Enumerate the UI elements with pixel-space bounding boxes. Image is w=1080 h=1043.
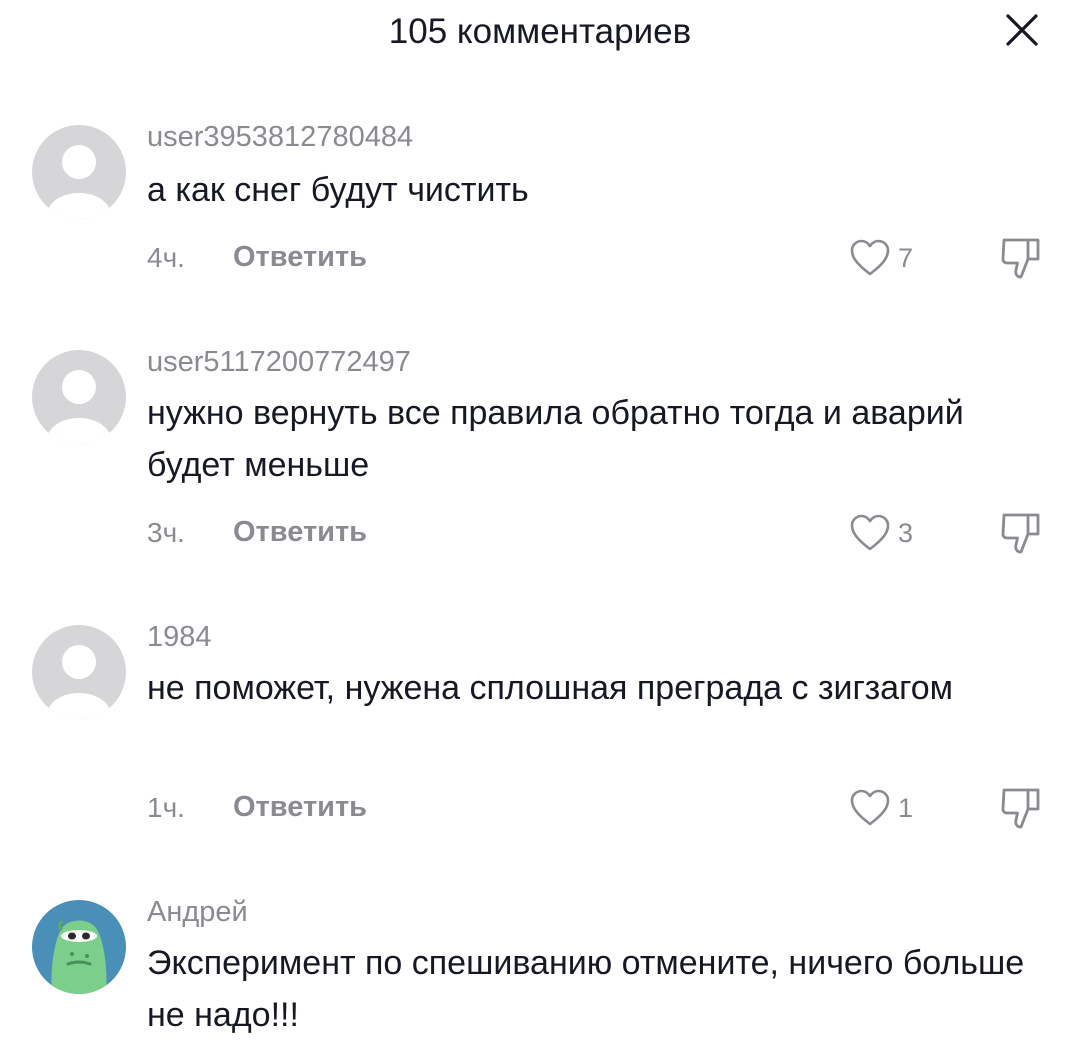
like-count: 1 xyxy=(898,792,914,823)
like-button[interactable]: 7 xyxy=(848,238,913,278)
avatar[interactable] xyxy=(32,125,126,219)
thumbs-down-icon xyxy=(1001,788,1040,829)
avatar[interactable] xyxy=(32,625,126,719)
dislike-button[interactable] xyxy=(998,785,1044,831)
like-button[interactable]: 3 xyxy=(848,513,913,553)
like-count: 7 xyxy=(898,242,914,273)
default-avatar-icon xyxy=(32,625,126,719)
comment-text: не поможет, нужена сплошная преграда с з… xyxy=(147,669,954,707)
comment-username[interactable]: user5117200772497 xyxy=(147,346,411,379)
comments-header: 105 комментариев xyxy=(0,0,1080,70)
heart-icon xyxy=(850,514,890,551)
reply-button[interactable]: Ответить xyxy=(233,241,367,274)
like-count: 3 xyxy=(898,517,914,548)
dislike-button[interactable] xyxy=(998,510,1044,556)
heart-icon xyxy=(850,239,890,276)
reply-button[interactable]: Ответить xyxy=(233,791,367,824)
comment-username[interactable]: 1984 xyxy=(147,621,212,654)
comment-text: нужно вернуть все правила обратно тогда … xyxy=(147,394,964,484)
green-monster-avatar xyxy=(32,900,126,994)
avatar[interactable] xyxy=(32,350,126,444)
comment-username[interactable]: Андрей xyxy=(147,896,248,929)
like-button[interactable]: 1 xyxy=(848,788,913,828)
comment-text: Эксперимент по спешиванию отмените, ниче… xyxy=(147,944,1025,1034)
comment-username[interactable]: user3953812780484 xyxy=(147,121,413,154)
comment-time: 1ч. xyxy=(147,792,185,823)
reply-button[interactable]: Ответить xyxy=(233,516,367,549)
dislike-button[interactable] xyxy=(998,235,1044,281)
thumbs-down-icon xyxy=(1001,513,1040,554)
comment-time: 4ч. xyxy=(147,242,185,273)
comment-time: 3ч. xyxy=(147,517,185,548)
default-avatar-icon xyxy=(32,125,126,219)
avatar[interactable] xyxy=(32,900,126,994)
comment-text: а как снег будут чистить xyxy=(147,171,529,209)
heart-icon xyxy=(850,789,890,826)
default-avatar-icon xyxy=(32,350,126,444)
close-icon xyxy=(1006,14,1038,46)
close-button[interactable] xyxy=(1000,8,1044,52)
thumbs-down-icon xyxy=(1001,238,1040,279)
comments-count-title: 105 комментариев xyxy=(388,12,692,51)
